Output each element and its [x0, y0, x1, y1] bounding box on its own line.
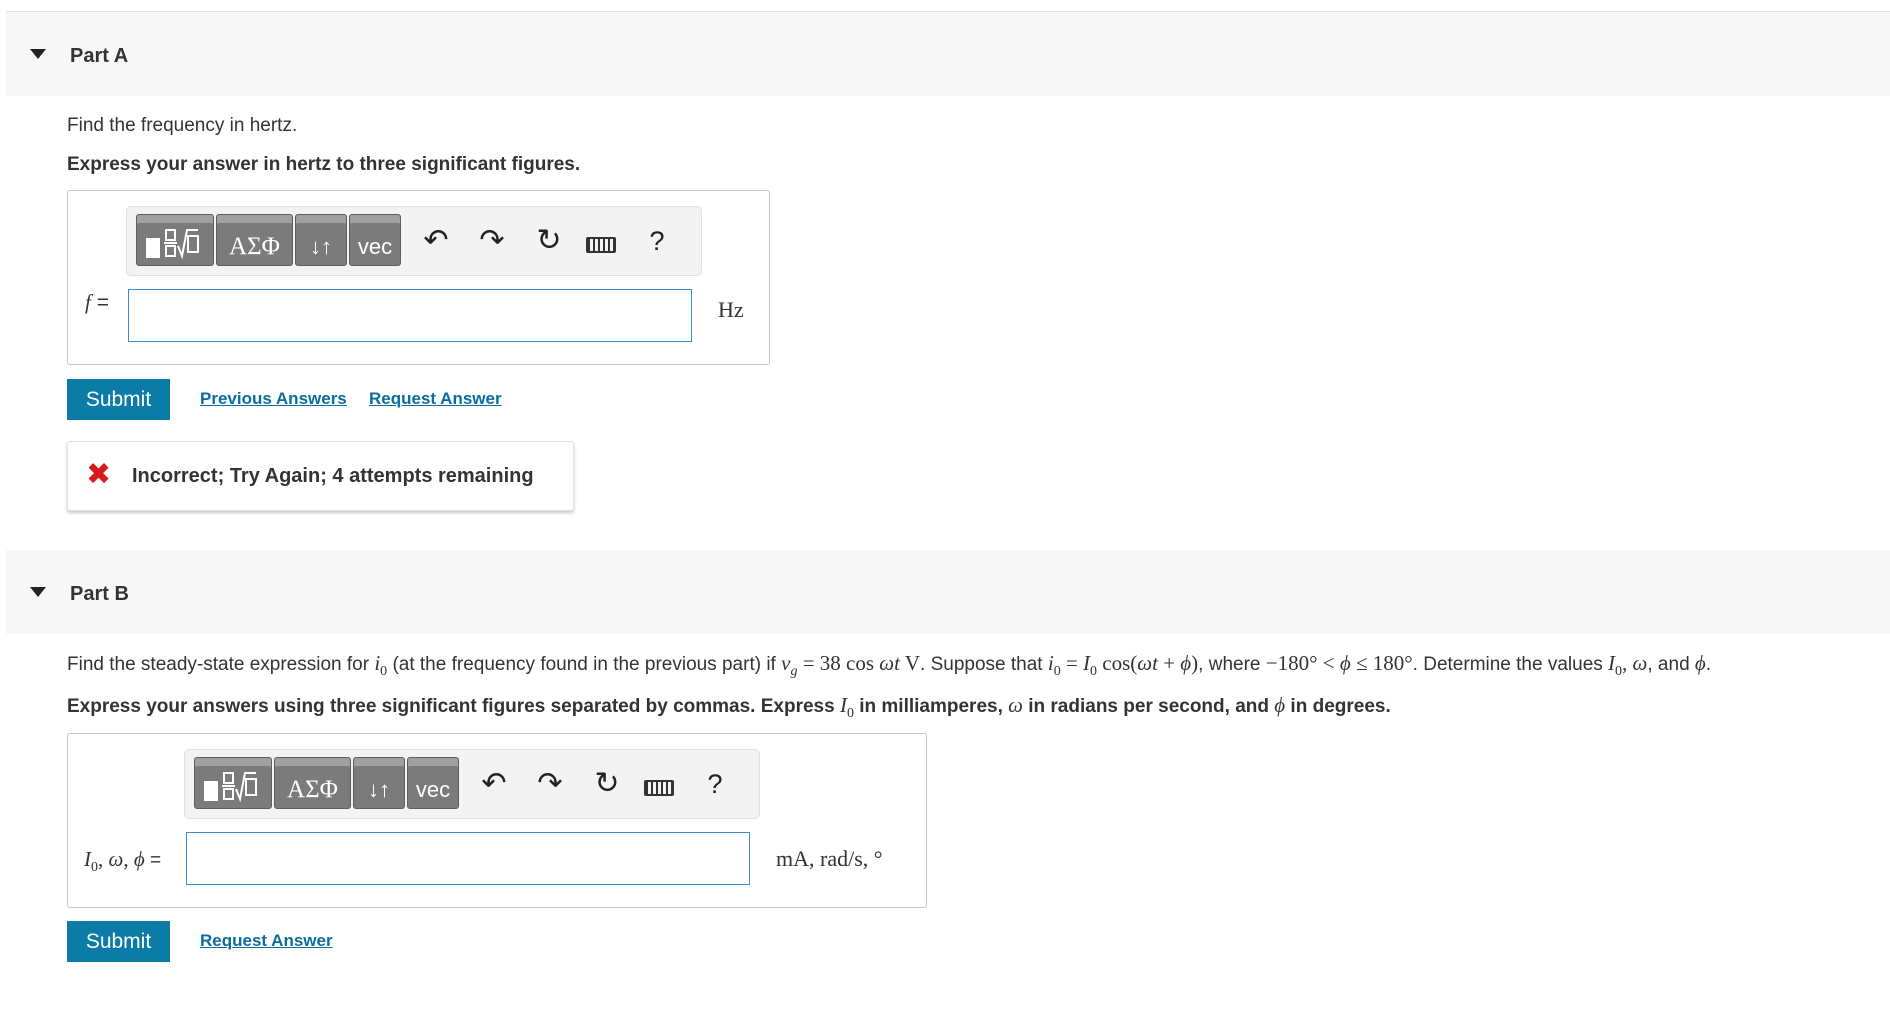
prompt-text: , and	[1647, 654, 1695, 675]
i0-expression: i0 = I0 cos(ωt + ϕ)	[1047, 651, 1199, 680]
part-b-title: Part B	[70, 583, 129, 605]
prompt-text: . Determine the values	[1412, 654, 1609, 675]
unknowns-list: I0, ω	[1608, 651, 1648, 680]
help-icon[interactable]: ?	[637, 221, 677, 261]
instruction-text: in degrees.	[1285, 696, 1391, 717]
omega-symbol: ω	[1008, 693, 1023, 717]
part-a-submit-button[interactable]: Submit	[67, 379, 170, 420]
math-toolbar: ΑΣΦ ↓↑ vec ↶ ↷ ↻ ?	[184, 749, 760, 819]
caret-down-icon[interactable]	[30, 49, 46, 59]
undo-icon[interactable]: ↶	[474, 764, 514, 804]
part-a-equals: =	[96, 291, 109, 314]
part-a-header[interactable]: Part A	[6, 12, 1890, 96]
subscript-superscript-button[interactable]: ↓↑	[295, 214, 347, 266]
part-a-variable: f	[85, 290, 91, 314]
prompt-text: . Suppose that	[920, 654, 1048, 675]
help-icon[interactable]: ?	[695, 764, 735, 804]
part-b-instruction: Express your answers using three signifi…	[67, 693, 1391, 722]
part-a-variable-label: f =	[85, 290, 109, 315]
part-b-request-answer-link[interactable]: Request Answer	[200, 931, 333, 951]
keyboard-icon[interactable]	[586, 237, 616, 253]
part-a-answer-box: ΑΣΦ ↓↑ vec ↶ ↷ ↻ ? f = Hz	[67, 190, 770, 365]
part-a-prompt: Find the frequency in hertz.	[67, 115, 298, 136]
part-a-answer-input[interactable]	[128, 289, 692, 342]
phi-range: −180° < ϕ ≤ 180°	[1265, 651, 1413, 675]
phi-symbol: ϕ	[1694, 651, 1706, 675]
vector-icon: vec	[357, 234, 393, 259]
reset-icon[interactable]: ↻	[587, 764, 627, 804]
part-a-title: Part A	[70, 45, 129, 67]
part-b-submit-button[interactable]: Submit	[67, 921, 170, 962]
part-a-unit: Hz	[718, 297, 744, 322]
phi-symbol: ϕ	[1274, 693, 1286, 717]
prompt-text: Find the steady-state expression for	[67, 654, 375, 675]
prompt-text: (at the frequency found in the previous …	[387, 654, 782, 675]
subscript-superscript-icon: ↓↑	[368, 777, 390, 802]
math-toolbar: ΑΣΦ ↓↑ vec ↶ ↷ ↻ ?	[126, 206, 702, 276]
greek-letters-icon: ΑΣΦ	[287, 776, 338, 803]
templates-button[interactable]	[194, 757, 272, 809]
prompt-text: , where	[1198, 654, 1266, 675]
greek-letters-button[interactable]: ΑΣΦ	[216, 214, 293, 266]
close-icon: ✖	[86, 458, 112, 491]
redo-icon[interactable]: ↷	[530, 764, 570, 804]
fraction-sqrt-template-icon	[146, 229, 199, 260]
undo-icon[interactable]: ↶	[416, 221, 456, 261]
part-b-unit: mA, rad/s, °	[776, 846, 883, 871]
feedback-text: Incorrect; Try Again; 4 attempts remaini…	[132, 465, 534, 487]
part-a-instruction: Express your answer in hertz to three si…	[67, 154, 581, 175]
fraction-sqrt-template-icon	[204, 772, 257, 803]
caret-down-icon[interactable]	[30, 587, 46, 597]
vector-button[interactable]: vec	[349, 214, 401, 266]
part-b-prompt: Find the steady-state expression for i0 …	[67, 651, 1711, 680]
vg-expression: vg = 38 cos ωt V	[781, 651, 921, 680]
part-b-header[interactable]: Part B	[6, 550, 1890, 634]
keyboard-icon[interactable]	[644, 780, 674, 796]
i0-symbol: i0	[374, 651, 388, 680]
greek-letters-icon: ΑΣΦ	[229, 233, 280, 260]
templates-button[interactable]	[136, 214, 214, 266]
subscript-superscript-icon: ↓↑	[310, 234, 332, 259]
vector-icon: vec	[415, 777, 451, 802]
I0-symbol: I0	[839, 693, 854, 722]
instruction-text: in milliamperes,	[853, 696, 1009, 717]
previous-answers-link[interactable]: Previous Answers	[200, 389, 347, 409]
reset-icon[interactable]: ↻	[529, 221, 569, 261]
vector-button[interactable]: vec	[407, 757, 459, 809]
part-b-variable-label: I0, ω, ϕ =	[84, 847, 162, 876]
part-a-request-answer-link[interactable]: Request Answer	[369, 389, 502, 409]
part-b-answer-input[interactable]	[186, 832, 750, 885]
instruction-text: in radians per second, and	[1022, 696, 1275, 717]
part-b-answer-box: ΑΣΦ ↓↑ vec ↶ ↷ ↻ ? I0, ω, ϕ = mA, rad/s,…	[67, 733, 927, 908]
prompt-text: .	[1705, 654, 1712, 675]
greek-letters-button[interactable]: ΑΣΦ	[274, 757, 351, 809]
feedback-message: ✖ Incorrect; Try Again; 4 attempts remai…	[67, 441, 574, 511]
subscript-superscript-button[interactable]: ↓↑	[353, 757, 405, 809]
instruction-text: Express your answers using three signifi…	[67, 696, 840, 717]
redo-icon[interactable]: ↷	[472, 221, 512, 261]
